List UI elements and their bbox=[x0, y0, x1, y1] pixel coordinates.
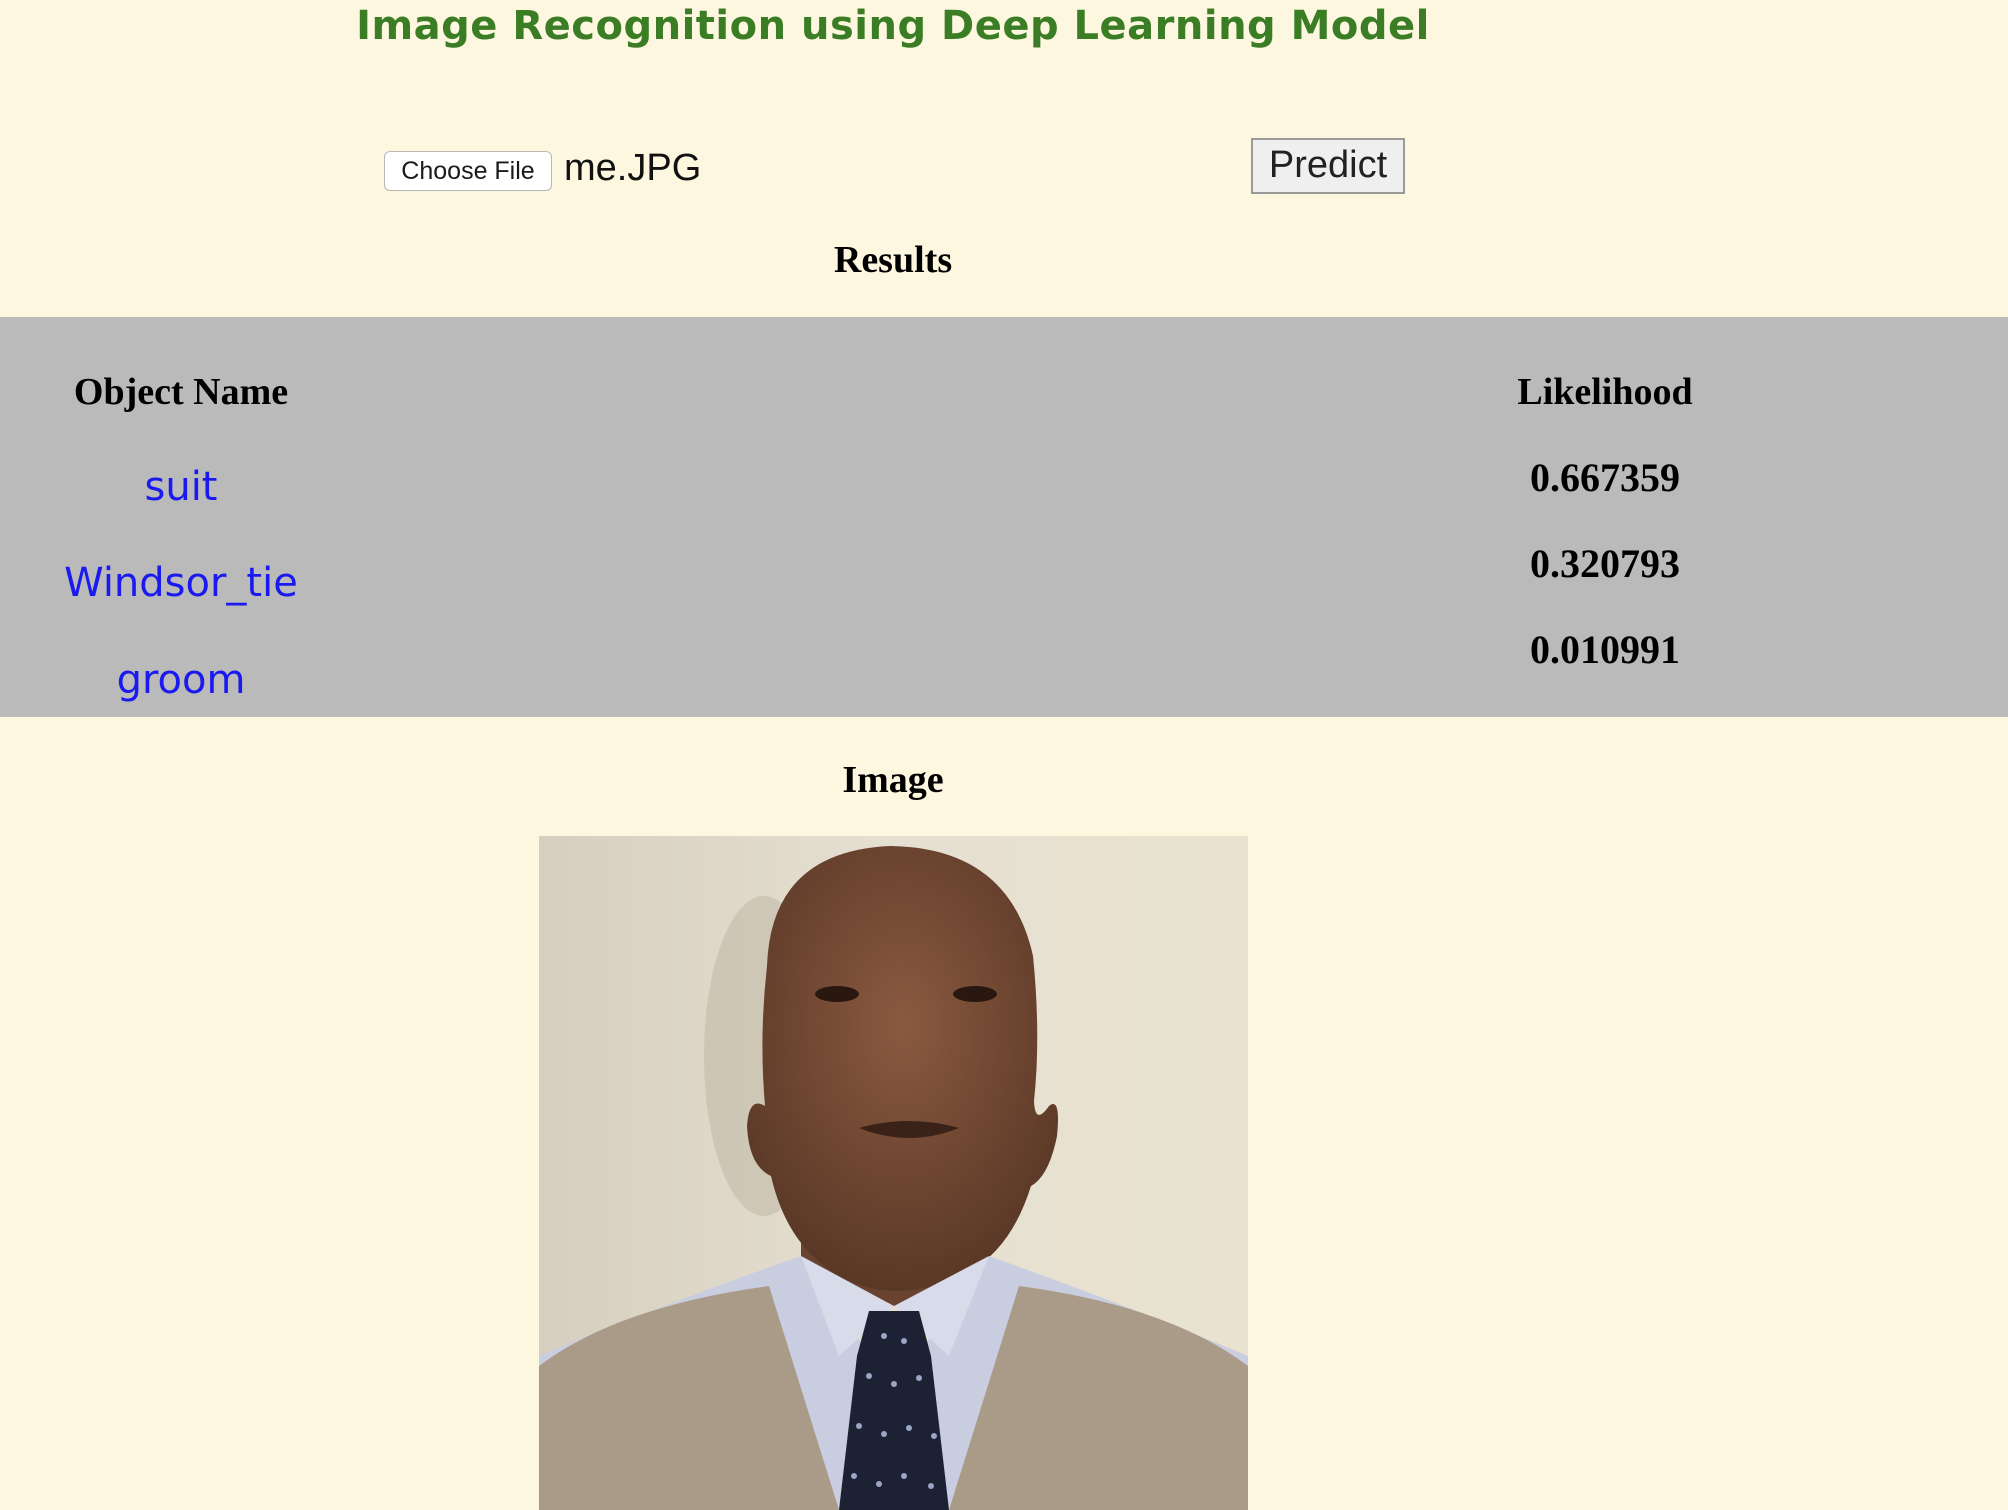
predict-button[interactable]: Predict bbox=[1251, 138, 1405, 194]
results-table: Object Name suit Windsor_tie groom Likel… bbox=[0, 317, 2008, 717]
likelihood-header: Likelihood bbox=[1517, 371, 1693, 413]
object-name-header: Object Name bbox=[73, 371, 289, 413]
page: Image Recognition using Deep Learning Mo… bbox=[0, 0, 2008, 1510]
uploaded-photo bbox=[539, 836, 1248, 1510]
upload-form: Choose File me.JPG Predict bbox=[384, 138, 1406, 198]
object-name-cell: suit bbox=[144, 464, 218, 510]
likelihood-cell: 0.320793 bbox=[1530, 541, 1680, 586]
selected-file-name: me.JPG bbox=[564, 147, 702, 189]
object-name-cell: Windsor_tie bbox=[64, 560, 298, 606]
choose-file-button[interactable]: Choose File bbox=[384, 151, 552, 191]
results-heading: Results bbox=[833, 239, 953, 281]
page-title: Image Recognition using Deep Learning Mo… bbox=[356, 3, 1430, 49]
object-name-cell: groom bbox=[116, 657, 246, 703]
likelihood-cell: 0.010991 bbox=[1530, 627, 1680, 672]
likelihood-cell: 0.667359 bbox=[1530, 455, 1680, 500]
image-heading: Image bbox=[842, 759, 944, 801]
